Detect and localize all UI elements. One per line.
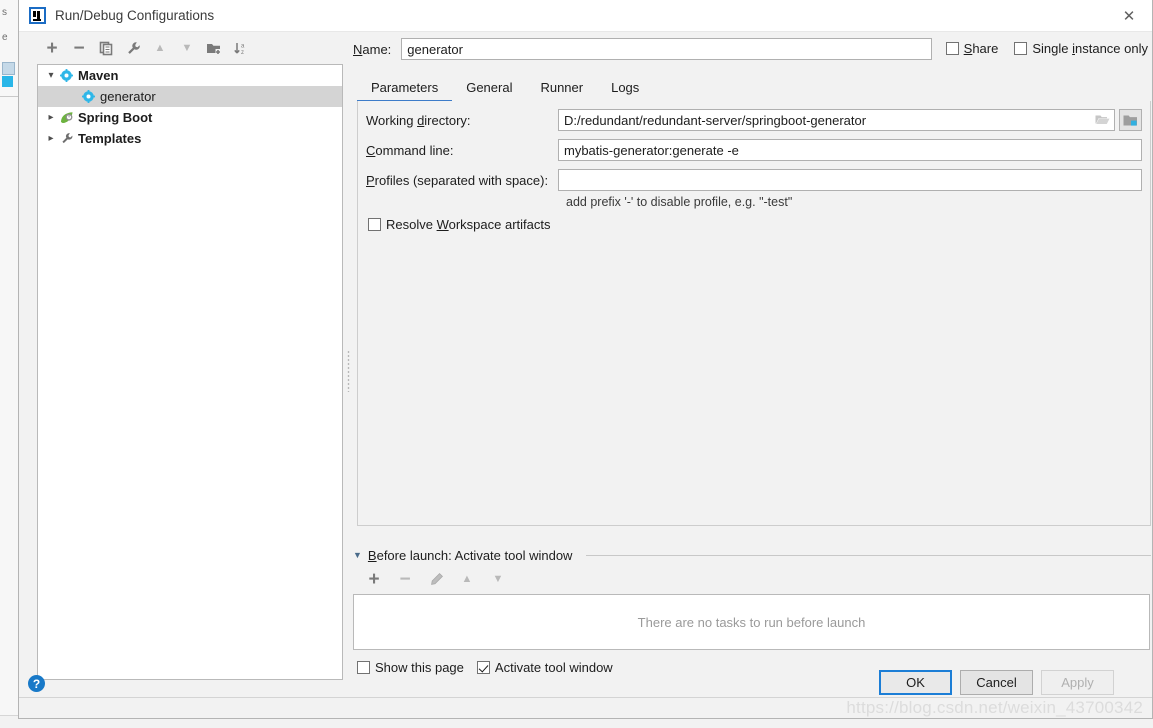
profiles-row: Profiles (separated with space):: [366, 169, 1144, 191]
working-directory-label: Working directory:: [366, 112, 471, 128]
maven-gear-icon: [82, 90, 95, 103]
single-instance-only-checkbox[interactable]: Single instance only: [1014, 41, 1148, 56]
module-folder-icon[interactable]: [1119, 109, 1142, 131]
share-checkbox-box[interactable]: [945, 42, 959, 55]
working-directory-control: [558, 109, 1115, 131]
resolve-workspace-artifacts-checkbox[interactable]: Resolve Workspace artifacts: [368, 217, 551, 232]
before-launch-section: ▼ Before launch: Activate tool window + …: [353, 548, 1151, 675]
tree-node-spring-boot[interactable]: ▸ Spring Boot: [38, 107, 342, 128]
before-launch-header[interactable]: ▼ Before launch: Activate tool window: [353, 548, 1151, 563]
apply-button: Apply: [1041, 670, 1114, 695]
before-launch-task-list[interactable]: There are no tasks to run before launch: [353, 594, 1150, 650]
chevron-down-icon[interactable]: ▾: [42, 70, 60, 81]
ok-button[interactable]: OK: [879, 670, 952, 695]
tree-node-maven[interactable]: ▾ Maven: [38, 65, 342, 86]
help-question-icon[interactable]: ?: [28, 675, 45, 692]
profiles-hint: add prefix '-' to disable profile, e.g. …: [566, 195, 793, 209]
footer-divider: [19, 697, 1152, 698]
chevron-right-icon[interactable]: ▸: [42, 112, 60, 123]
task-move-down-icon[interactable]: ▼: [489, 570, 507, 588]
background-left-label-e: e: [2, 32, 8, 43]
share-checkbox[interactable]: Share: [945, 41, 999, 56]
tab-general[interactable]: General: [452, 80, 526, 101]
remove-configuration-button[interactable]: −: [70, 39, 88, 58]
parameters-panel: Working directory: Command line:: [357, 101, 1151, 526]
single-instance-only-checkbox-label: Single instance only: [1032, 41, 1148, 56]
triangle-down-icon[interactable]: ▼: [353, 551, 362, 560]
tab-logs[interactable]: Logs: [597, 80, 653, 101]
intellij-idea-logo-icon: [29, 7, 46, 24]
top-right-checkboxes: Share Single instance only: [945, 41, 1148, 56]
remove-task-button[interactable]: −: [396, 570, 414, 589]
tree-node-label: Maven: [78, 68, 119, 83]
sort-alphabetically-icon[interactable]: a z: [232, 39, 250, 57]
folder-add-icon[interactable]: [205, 39, 223, 57]
tree-node-label: Spring Boot: [78, 110, 153, 125]
tree-node-generator[interactable]: generator: [38, 86, 342, 107]
before-launch-title: Before launch: Activate tool window: [367, 548, 573, 563]
name-input[interactable]: [401, 38, 933, 60]
dialog-title: Run/Debug Configurations: [55, 8, 215, 23]
arrow-up-icon[interactable]: ▲: [151, 39, 169, 57]
background-toolwindow-icon-2: [2, 76, 13, 87]
tab-runner[interactable]: Runner: [526, 80, 597, 101]
cancel-button[interactable]: Cancel: [960, 670, 1033, 695]
svg-text:z: z: [241, 50, 244, 56]
before-launch-toolbar: + − ▲ ▼: [353, 563, 1151, 594]
wrench-icon[interactable]: [124, 39, 142, 57]
tree-node-label: Templates: [78, 131, 142, 146]
panel-splitter[interactable]: [343, 62, 353, 680]
working-directory-row: Working directory:: [366, 109, 1144, 131]
dialog-buttons: OK Cancel Apply: [879, 670, 1114, 695]
task-move-up-icon[interactable]: ▲: [458, 570, 476, 588]
resolve-workspace-artifacts-label: Resolve Workspace artifacts: [386, 217, 551, 232]
background-left-toolwindow-strip: s e: [0, 0, 19, 728]
add-configuration-button[interactable]: +: [43, 39, 61, 58]
spring-boot-leaf-icon: [60, 111, 73, 124]
single-instance-only-checkbox-box[interactable]: [1014, 42, 1028, 55]
share-checkbox-label: Share: [963, 41, 999, 56]
profiles-input[interactable]: [558, 169, 1142, 191]
name-label: Name:: [353, 41, 392, 57]
wrench-icon: [60, 132, 73, 145]
pencil-icon[interactable]: [427, 570, 445, 588]
configuration-tabs: Parameters General Runner Logs: [357, 74, 1151, 102]
command-line-input[interactable]: [558, 139, 1142, 161]
profiles-label: Profiles (separated with space):: [366, 172, 549, 188]
tree-node-label: generator: [100, 89, 156, 104]
before-launch-empty-text: There are no tasks to run before launch: [637, 614, 866, 630]
add-task-button[interactable]: +: [365, 570, 383, 589]
command-line-label: Command line:: [366, 142, 454, 158]
command-line-row: Command line:: [366, 139, 1144, 161]
resolve-workspace-artifacts-row: Resolve Workspace artifacts: [368, 217, 551, 234]
tab-parameters[interactable]: Parameters: [357, 80, 453, 102]
dialog-titlebar: Run/Debug Configurations ✕: [19, 0, 1152, 32]
dialog-footer: ? OK Cancel Apply: [19, 670, 1152, 718]
background-panel-divider: [0, 96, 18, 697]
working-directory-input[interactable]: [558, 109, 1115, 131]
copy-icon[interactable]: [97, 39, 115, 57]
drag-grip-icon: [346, 350, 350, 392]
background-left-label-s: s: [2, 7, 7, 18]
tree-node-templates[interactable]: ▸ Templates: [38, 128, 342, 149]
section-divider: [586, 555, 1151, 556]
folder-open-icon[interactable]: [1095, 113, 1110, 126]
svg-text:a: a: [241, 43, 245, 49]
chevron-right-icon[interactable]: ▸: [42, 133, 60, 144]
close-icon[interactable]: ✕: [1106, 0, 1152, 31]
maven-gear-icon: [60, 69, 73, 82]
arrow-down-icon[interactable]: ▼: [178, 39, 196, 57]
resolve-workspace-artifacts-checkbox-box[interactable]: [368, 218, 381, 231]
background-toolwindow-icon-1: [2, 62, 15, 75]
configurations-tree[interactable]: ▾ Maven generator ▸ Spring Boot ▸ Templa…: [37, 64, 343, 680]
run-debug-configurations-dialog: Run/Debug Configurations ✕ + − ▲ ▼ a z ▾…: [18, 0, 1153, 719]
